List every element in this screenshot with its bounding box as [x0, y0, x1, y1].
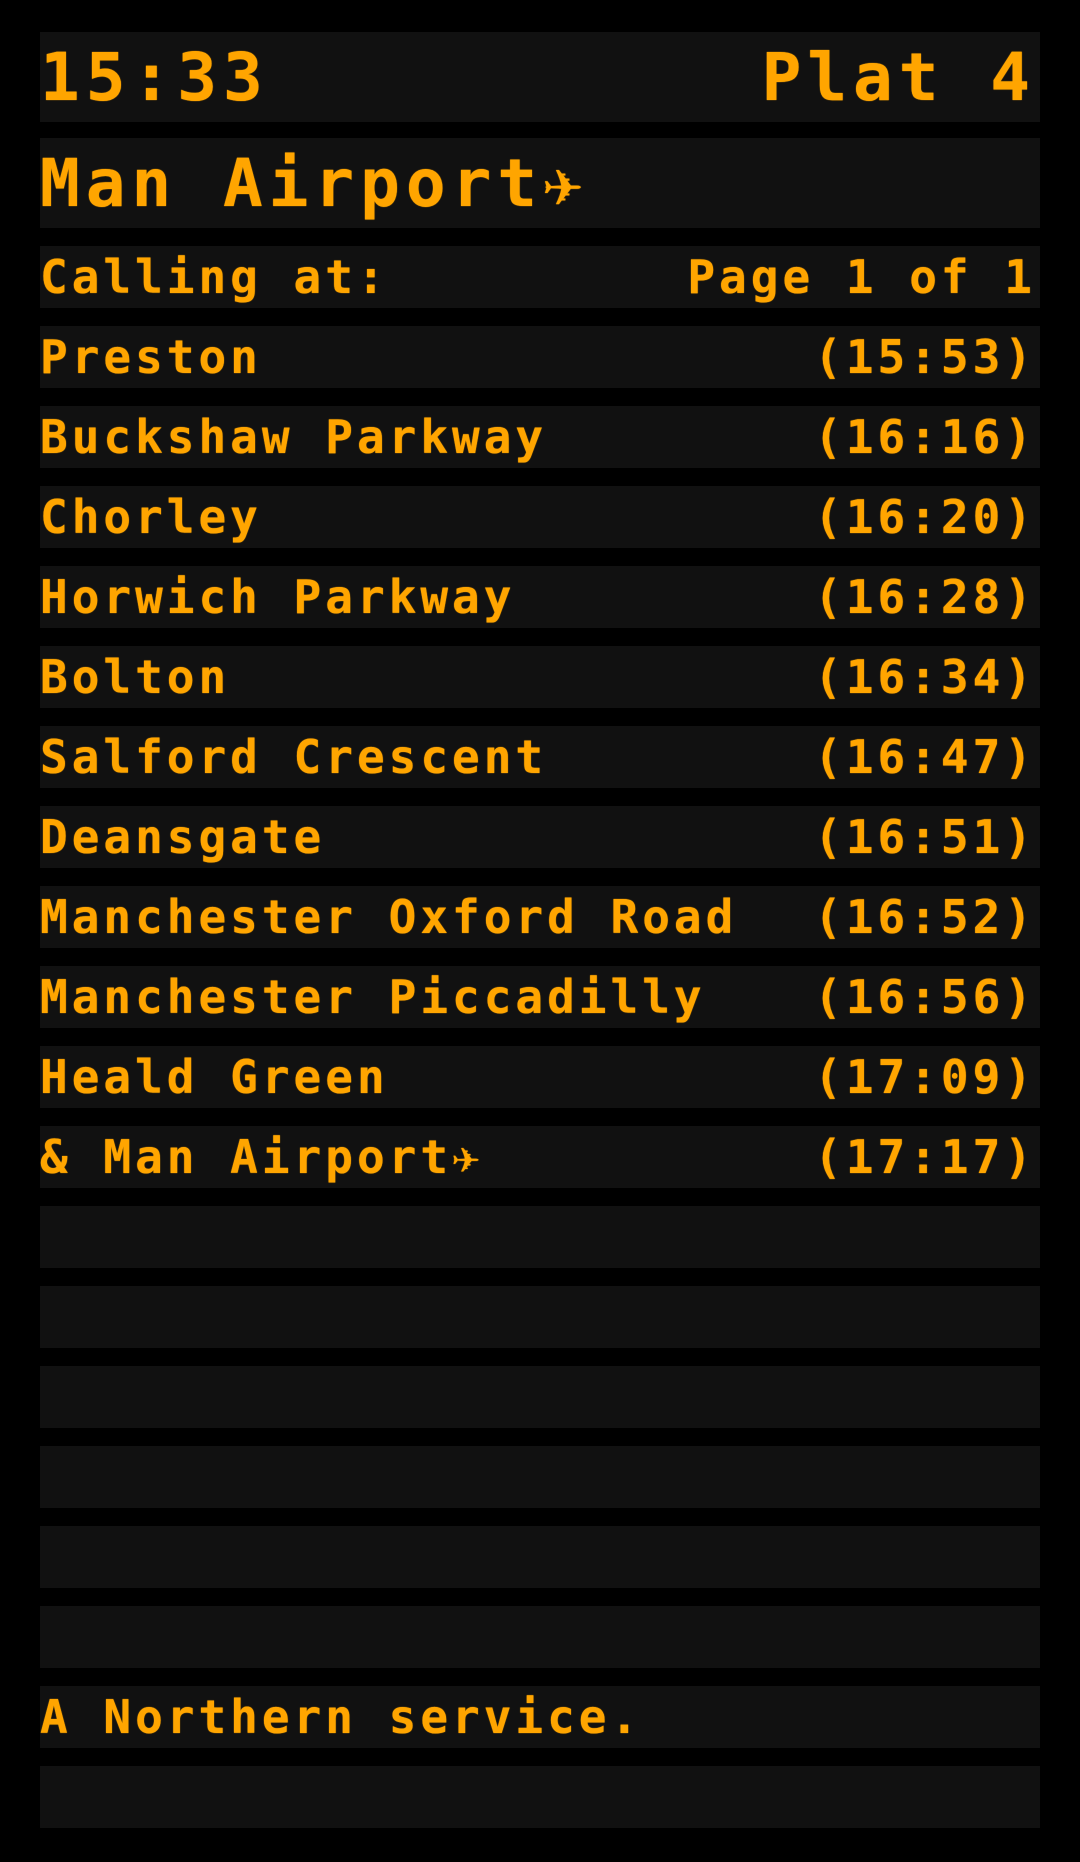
arrival-time: (16:56) [814, 970, 1036, 1024]
arrival-time: (16:47) [814, 730, 1036, 784]
destination-row: Man Airport✈ [40, 138, 1040, 228]
empty-row [40, 1206, 1040, 1268]
empty-row [40, 1446, 1040, 1508]
calling-point-row: Deansgate (16:51) [40, 806, 1040, 868]
empty-row [40, 1366, 1040, 1428]
departure-board: 15:33 Plat 4 Man Airport✈ Calling at: Pa… [40, 32, 1040, 1846]
arrival-time: (16:16) [814, 410, 1036, 464]
arrival-time: (15:53) [814, 330, 1036, 384]
station-name: Manchester Piccadilly [40, 970, 706, 1024]
station-name: Bolton [40, 650, 231, 704]
station-name: Manchester Oxford Road [40, 890, 738, 944]
station-name: Horwich Parkway [40, 570, 516, 624]
station-name: Chorley [40, 490, 262, 544]
page-indicator: Page 1 of 1 [687, 250, 1036, 304]
calling-at-row: Calling at: Page 1 of 1 [40, 246, 1040, 308]
empty-row [40, 1606, 1040, 1668]
calling-point-row: Preston (15:53) [40, 326, 1040, 388]
destination-name: Man Airport✈ [40, 144, 589, 222]
arrival-time: (16:20) [814, 490, 1036, 544]
arrival-time: (17:09) [814, 1050, 1036, 1104]
station-name: Preston [40, 330, 262, 384]
calling-at-label: Calling at: [40, 250, 389, 304]
station-name: Deansgate [40, 810, 326, 864]
arrival-time: (16:52) [814, 890, 1036, 944]
station-name: Salford Crescent [40, 730, 548, 784]
arrival-time: (16:34) [814, 650, 1036, 704]
calling-point-row: Bolton (16:34) [40, 646, 1040, 708]
empty-row [40, 1526, 1040, 1588]
header-row: 15:33 Plat 4 [40, 32, 1040, 122]
operator-message: A Northern service. [40, 1690, 643, 1744]
calling-point-row: Buckshaw Parkway (16:16) [40, 406, 1040, 468]
calling-point-row: Manchester Oxford Road (16:52) [40, 886, 1040, 948]
station-name: & Man Airport✈ [40, 1130, 484, 1184]
arrival-time: (17:17) [814, 1130, 1036, 1184]
station-name: Heald Green [40, 1050, 389, 1104]
calling-point-row: Chorley (16:20) [40, 486, 1040, 548]
station-name: Buckshaw Parkway [40, 410, 548, 464]
calling-point-row: Manchester Piccadilly (16:56) [40, 966, 1040, 1028]
platform-number: Plat 4 [761, 38, 1036, 116]
empty-row [40, 1286, 1040, 1348]
calling-point-row: & Man Airport✈ (17:17) [40, 1126, 1040, 1188]
calling-point-row: Heald Green (17:09) [40, 1046, 1040, 1108]
arrival-time: (16:28) [814, 570, 1036, 624]
calling-point-row: Horwich Parkway (16:28) [40, 566, 1040, 628]
empty-row [40, 1766, 1040, 1828]
calling-points-list: Preston (15:53) Buckshaw Parkway (16:16)… [40, 326, 1040, 1188]
operator-message-row: A Northern service. [40, 1686, 1040, 1748]
calling-point-row: Salford Crescent (16:47) [40, 726, 1040, 788]
current-time: 15:33 [40, 38, 269, 116]
arrival-time: (16:51) [814, 810, 1036, 864]
